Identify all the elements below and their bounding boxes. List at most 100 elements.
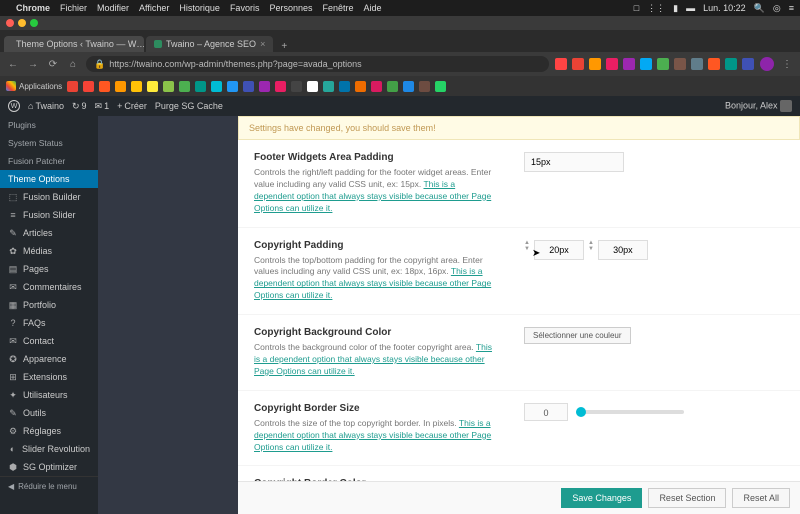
tab-1[interactable]: Theme Options ‹ Twaino — W…× xyxy=(4,36,144,52)
extension-icon[interactable] xyxy=(555,58,567,70)
bookmark-icon[interactable] xyxy=(99,81,110,92)
notifications-icon[interactable]: ≡ xyxy=(789,3,794,13)
menu-people[interactable]: Personnes xyxy=(269,3,312,13)
bookmark-icon[interactable] xyxy=(291,81,302,92)
sidebar-item[interactable]: ◐Slider Revolution xyxy=(0,440,98,458)
help-link[interactable]: This is a dependent option that always s… xyxy=(254,179,491,213)
maximize-window[interactable] xyxy=(30,19,38,27)
menu-icon[interactable]: ⋮ xyxy=(780,59,794,70)
help-link[interactable]: This is a dependent option that always s… xyxy=(254,418,491,452)
bookmark-icon[interactable] xyxy=(163,81,174,92)
bookmark-icon[interactable] xyxy=(83,81,94,92)
sidebar-item[interactable]: ✎Articles xyxy=(0,224,98,242)
sidebar-item[interactable]: ▦Portfolio xyxy=(0,296,98,314)
menu-history[interactable]: Historique xyxy=(179,3,220,13)
new-tab-button[interactable]: + xyxy=(275,41,293,52)
close-window[interactable] xyxy=(6,19,14,27)
sidebar-subitem[interactable]: System Status xyxy=(0,134,98,152)
bookmark-icon[interactable] xyxy=(387,81,398,92)
bookmark-icon[interactable] xyxy=(371,81,382,92)
sidebar-subitem[interactable]: Plugins xyxy=(0,116,98,134)
purge-cache[interactable]: Purge SG Cache xyxy=(155,101,223,111)
stepper-icon[interactable]: ▲▼ xyxy=(524,240,530,252)
bookmark-icon[interactable] xyxy=(131,81,142,92)
sidebar-item[interactable]: ⬢SG Optimizer xyxy=(0,458,98,476)
extension-icon[interactable] xyxy=(674,58,686,70)
extension-icon[interactable] xyxy=(640,58,652,70)
apps-shortcut[interactable]: Applications xyxy=(6,81,62,91)
sidebar-item[interactable]: ✉Contact xyxy=(0,332,98,350)
screencast-icon[interactable]: □ xyxy=(634,3,639,13)
wp-logo-icon[interactable]: W xyxy=(8,100,20,112)
bookmark-icon[interactable] xyxy=(259,81,270,92)
extension-icon[interactable] xyxy=(657,58,669,70)
clock[interactable]: Lun. 10:22 xyxy=(703,3,746,13)
bookmark-icon[interactable] xyxy=(67,81,78,92)
slider-track[interactable] xyxy=(576,410,684,414)
slider-value[interactable]: 0 xyxy=(524,403,568,421)
bookmark-icon[interactable] xyxy=(403,81,414,92)
close-icon[interactable]: × xyxy=(260,39,265,49)
bookmark-icon[interactable] xyxy=(419,81,430,92)
sidebar-subitem[interactable]: Fusion Patcher xyxy=(0,152,98,170)
bookmark-icon[interactable] xyxy=(323,81,334,92)
padding-bottom-input[interactable] xyxy=(598,240,648,260)
sidebar-item-active[interactable]: Theme Options xyxy=(0,170,98,188)
extension-icon[interactable] xyxy=(742,58,754,70)
bookmark-icon[interactable] xyxy=(227,81,238,92)
bookmark-icon[interactable] xyxy=(211,81,222,92)
extension-icon[interactable] xyxy=(623,58,635,70)
sidebar-item[interactable]: ?FAQs xyxy=(0,314,98,332)
collapse-menu[interactable]: ◀ Réduire le menu xyxy=(0,476,98,496)
site-link[interactable]: ⌂ Twaino xyxy=(28,101,64,111)
back-button[interactable]: ← xyxy=(6,59,20,70)
bookmark-icon[interactable] xyxy=(195,81,206,92)
extension-icon[interactable] xyxy=(606,58,618,70)
home-button[interactable]: ⌂ xyxy=(66,59,80,70)
sidebar-item[interactable]: ✪Apparence xyxy=(0,350,98,368)
stepper-icon[interactable]: ▲▼ xyxy=(588,240,594,252)
help-link[interactable]: This is a dependent option that always s… xyxy=(254,342,492,376)
sidebar-item[interactable]: ≡Fusion Slider xyxy=(0,206,98,224)
bookmark-icon[interactable] xyxy=(147,81,158,92)
bookmark-icon[interactable] xyxy=(307,81,318,92)
new-link[interactable]: + Créer xyxy=(117,101,147,111)
bookmark-icon[interactable] xyxy=(179,81,190,92)
menu-help[interactable]: Aide xyxy=(364,3,382,13)
extension-icon[interactable] xyxy=(725,58,737,70)
padding-top-input[interactable] xyxy=(534,240,584,260)
profile-icon[interactable] xyxy=(760,57,774,71)
extension-icon[interactable] xyxy=(589,58,601,70)
flag-icon[interactable]: ▬ xyxy=(686,3,695,13)
siri-icon[interactable]: ◎ xyxy=(773,3,781,14)
help-link[interactable]: This is a dependent option that always s… xyxy=(254,266,491,300)
search-icon[interactable]: 🔍 xyxy=(754,3,765,14)
menu-bookmarks[interactable]: Favoris xyxy=(230,3,260,13)
bookmark-icon[interactable] xyxy=(115,81,126,92)
bookmark-icon[interactable] xyxy=(435,81,446,92)
url-input[interactable]: 🔒https://twaino.com/wp-admin/themes.php?… xyxy=(86,56,549,72)
greeting[interactable]: Bonjour, Alex xyxy=(725,100,792,112)
sidebar-item[interactable]: ✉Commentaires xyxy=(0,278,98,296)
extension-icon[interactable] xyxy=(691,58,703,70)
bookmark-icon[interactable] xyxy=(339,81,350,92)
slider-thumb[interactable] xyxy=(576,407,586,417)
bookmark-icon[interactable] xyxy=(275,81,286,92)
updates-link[interactable]: ↻ 9 xyxy=(72,101,87,112)
app-name[interactable]: Chrome xyxy=(16,3,50,13)
battery-icon[interactable]: ▮ xyxy=(673,3,678,14)
comments-link[interactable]: ✉ 1 xyxy=(95,101,110,112)
minimize-window[interactable] xyxy=(18,19,26,27)
sidebar-item[interactable]: ✿Médias xyxy=(0,242,98,260)
sidebar-item[interactable]: ⊞Extensions xyxy=(0,368,98,386)
sidebar-item[interactable]: ▤Pages xyxy=(0,260,98,278)
text-input[interactable] xyxy=(524,152,624,172)
menu-edit[interactable]: Modifier xyxy=(97,3,129,13)
menu-view[interactable]: Afficher xyxy=(139,3,169,13)
bookmark-icon[interactable] xyxy=(243,81,254,92)
sidebar-item[interactable]: ⚙Réglages xyxy=(0,422,98,440)
sidebar-item[interactable]: ✎Outils xyxy=(0,404,98,422)
wifi-icon[interactable]: ⋮⋮ xyxy=(647,3,665,14)
forward-button[interactable]: → xyxy=(26,59,40,70)
bookmark-icon[interactable] xyxy=(355,81,366,92)
